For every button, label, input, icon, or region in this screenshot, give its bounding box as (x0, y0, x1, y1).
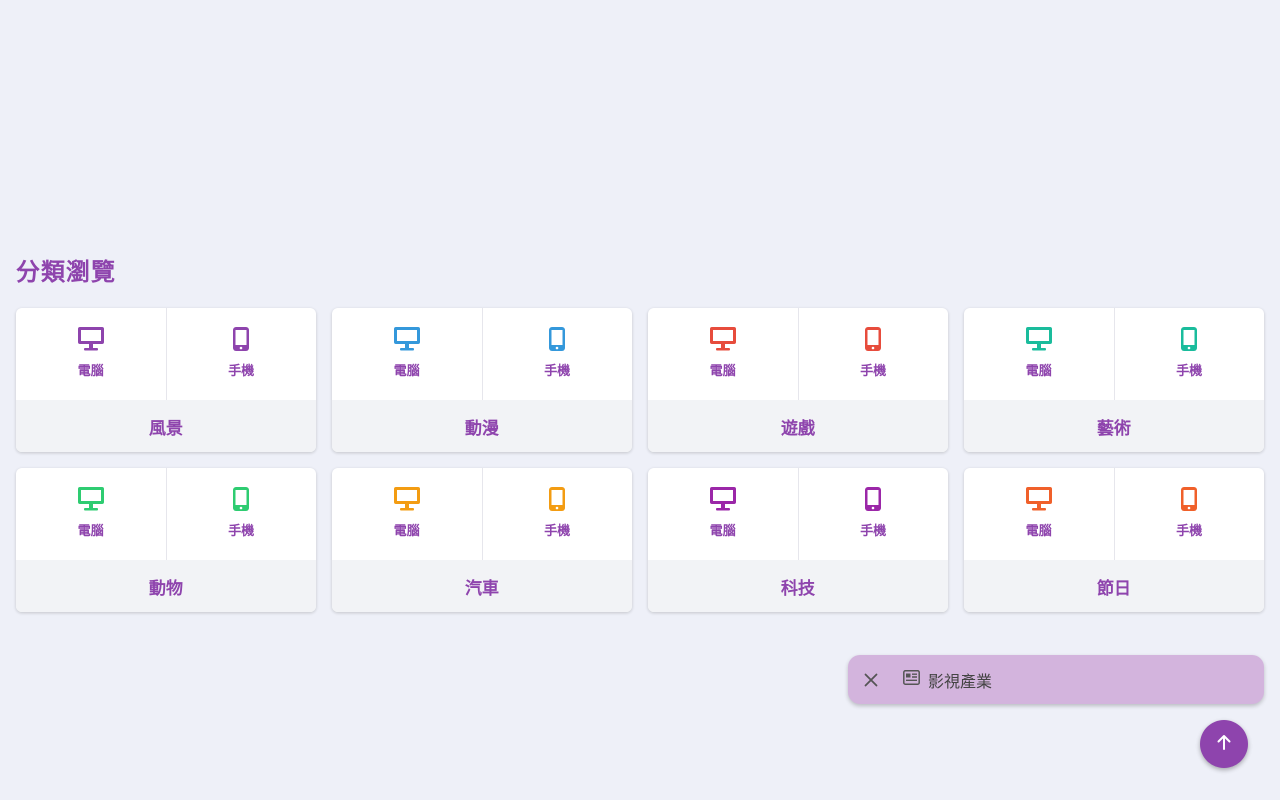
mobile-icon (1180, 326, 1198, 352)
category-name[interactable]: 風景 (16, 400, 316, 452)
mobile-option[interactable]: 手機 (1113, 468, 1265, 560)
device-label: 手機 (860, 524, 887, 539)
mobile-icon (232, 326, 250, 352)
desktop-option[interactable]: 電腦 (648, 468, 798, 560)
desktop-icon (393, 326, 421, 352)
category-name[interactable]: 科技 (648, 560, 948, 612)
desktop-icon (1025, 326, 1053, 352)
category-name[interactable]: 遊戲 (648, 400, 948, 452)
category-name[interactable]: 藝術 (964, 400, 1264, 452)
category-card: 電腦 手機節日 (964, 468, 1264, 612)
category-name[interactable]: 節日 (964, 560, 1264, 612)
device-label: 電腦 (1025, 524, 1052, 539)
category-card: 電腦 手機遊戲 (648, 308, 948, 452)
arrow-up-icon (1215, 733, 1233, 755)
mobile-icon (232, 486, 250, 512)
desktop-icon (1025, 486, 1053, 512)
device-label: 手機 (544, 364, 571, 379)
device-label: 電腦 (709, 364, 736, 379)
desktop-option[interactable]: 電腦 (332, 308, 482, 400)
category-name[interactable]: 汽車 (332, 560, 632, 612)
device-label: 電腦 (393, 364, 420, 379)
device-options: 電腦 手機 (648, 308, 948, 400)
device-label: 手機 (228, 524, 255, 539)
device-label: 手機 (860, 364, 887, 379)
device-label: 電腦 (393, 524, 420, 539)
device-label: 手機 (228, 364, 255, 379)
desktop-icon (709, 326, 737, 352)
mobile-icon (548, 326, 566, 352)
desktop-option[interactable]: 電腦 (332, 468, 482, 560)
category-card: 電腦 手機動漫 (332, 308, 632, 452)
mobile-option[interactable]: 手機 (1113, 308, 1265, 400)
mobile-option[interactable]: 手機 (481, 468, 633, 560)
mobile-icon (864, 486, 882, 512)
scroll-top-button[interactable] (1200, 720, 1248, 768)
mobile-option[interactable]: 手機 (797, 308, 949, 400)
desktop-icon (393, 486, 421, 512)
device-label: 電腦 (1025, 364, 1052, 379)
device-label: 手機 (1176, 524, 1203, 539)
close-icon[interactable] (861, 670, 881, 690)
category-card: 電腦 手機科技 (648, 468, 948, 612)
mobile-option[interactable]: 手機 (797, 468, 949, 560)
desktop-option[interactable]: 電腦 (16, 468, 166, 560)
desktop-option[interactable]: 電腦 (964, 468, 1114, 560)
toast-text: 影視產業 (928, 671, 993, 691)
device-options: 電腦 手機 (332, 468, 632, 560)
device-label: 電腦 (709, 524, 736, 539)
mobile-option[interactable]: 手機 (481, 308, 633, 400)
desktop-option[interactable]: 電腦 (648, 308, 798, 400)
device-options: 電腦 手機 (332, 308, 632, 400)
desktop-icon (77, 326, 105, 352)
category-card: 電腦 手機動物 (16, 468, 316, 612)
desktop-icon (77, 486, 105, 512)
device-options: 電腦 手機 (648, 468, 948, 560)
desktop-icon (709, 486, 737, 512)
device-label: 電腦 (77, 524, 104, 539)
desktop-option[interactable]: 電腦 (16, 308, 166, 400)
section-title: 分類瀏覽 (16, 258, 116, 286)
category-card: 電腦 手機風景 (16, 308, 316, 452)
category-card: 電腦 手機汽車 (332, 468, 632, 612)
page: 分類瀏覽 電腦 手機 風景 電腦 手機 動漫 電腦 手機 遊戲 電腦 手機 藝術 電腦 手機 動物 電腦 手機汽… (0, 0, 1280, 800)
mobile-option[interactable]: 手機 (165, 308, 317, 400)
device-label: 電腦 (77, 364, 104, 379)
category-name[interactable]: 動物 (16, 560, 316, 612)
toast-link[interactable]: 影視產業 (903, 668, 992, 692)
notification-toast: 影視產業 (848, 655, 1264, 704)
desktop-option[interactable]: 電腦 (964, 308, 1114, 400)
category-name[interactable]: 動漫 (332, 400, 632, 452)
device-options: 電腦 手機 (16, 308, 316, 400)
device-label: 手機 (544, 524, 571, 539)
device-options: 電腦 手機 (964, 468, 1264, 560)
mobile-option[interactable]: 手機 (165, 468, 317, 560)
mobile-icon (548, 486, 566, 512)
category-card: 電腦 手機藝術 (964, 308, 1264, 452)
mobile-icon (864, 326, 882, 352)
device-label: 手機 (1176, 364, 1203, 379)
newspaper-icon (903, 670, 920, 689)
mobile-icon (1180, 486, 1198, 512)
category-grid: 電腦 手機 風景 電腦 手機 動漫 電腦 手機 遊戲 電腦 手機 藝術 電腦 手機 動物 電腦 手機 汽車 電腦 手機… (16, 308, 1264, 612)
device-options: 電腦 手機 (964, 308, 1264, 400)
device-options: 電腦 手機 (16, 468, 316, 560)
